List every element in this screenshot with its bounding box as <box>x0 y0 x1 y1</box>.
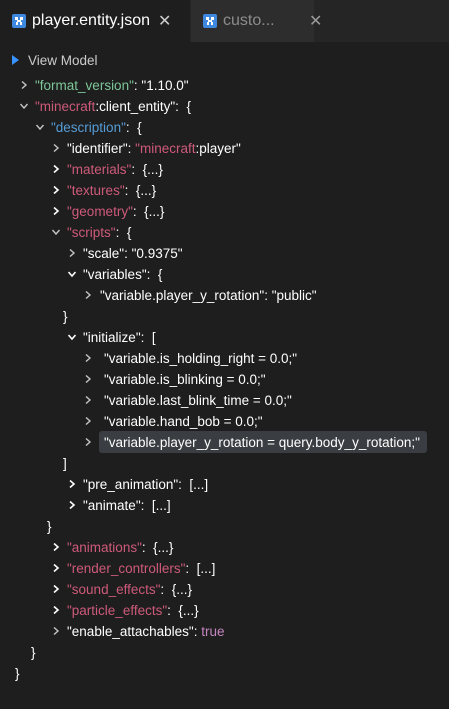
chevron-down-icon[interactable] <box>20 102 28 110</box>
key-enable-attachables: "enable_attachables" <box>67 624 194 639</box>
value-enable-attachables: true <box>201 624 225 639</box>
key-description: "description" <box>51 120 126 135</box>
value-identifier-ns: "minecraft <box>135 141 196 156</box>
key-pre-animation: "pre_animation" <box>83 477 179 492</box>
chevron-down-icon[interactable] <box>52 228 60 236</box>
chevron-right-icon[interactable] <box>52 207 60 215</box>
chevron-right-icon[interactable] <box>52 144 60 152</box>
chevron-right-icon[interactable] <box>68 480 76 488</box>
value-var-rotation: "public" <box>271 288 317 303</box>
close-icon[interactable]: ✕ <box>158 11 171 31</box>
tab-label: custo... <box>223 12 275 29</box>
chevron-right-icon[interactable] <box>84 291 92 299</box>
key-format-version: "format_version" <box>35 78 134 93</box>
minecraft-file-icon <box>203 14 217 28</box>
chevron-right-icon[interactable] <box>84 417 92 425</box>
key-scripts: "scripts" <box>67 225 116 240</box>
close-icon[interactable]: ✕ <box>309 11 322 31</box>
tab-player-entity-json[interactable]: player.entity.json ✕ <box>0 0 190 42</box>
chevron-down-icon[interactable] <box>36 123 44 131</box>
play-triangle-icon <box>12 55 19 65</box>
tab-bar: player.entity.json ✕ custo... ✕ <box>0 0 449 42</box>
chevron-right-icon[interactable] <box>52 543 60 551</box>
init-item-value: "variable.is_blinking = 0.0;" <box>104 372 266 387</box>
chevron-right-icon[interactable] <box>20 81 28 89</box>
chevron-right-icon[interactable] <box>84 396 92 404</box>
key-render-controllers: "render_controllers" <box>67 561 186 576</box>
chevron-right-icon[interactable] <box>52 165 60 173</box>
chevron-right-icon[interactable] <box>84 354 92 362</box>
key-animate: "animate" <box>83 498 141 513</box>
chevron-right-icon[interactable] <box>52 585 60 593</box>
key-animations: "animations" <box>67 540 142 555</box>
init-item-value: "variable.is_holding_right = 0.0;" <box>104 351 298 366</box>
tab-label: player.entity.json <box>32 12 150 29</box>
minecraft-file-icon <box>12 14 26 28</box>
chevron-right-icon[interactable] <box>84 375 92 383</box>
chevron-right-icon[interactable] <box>52 627 60 635</box>
key-materials: "materials" <box>67 162 132 177</box>
init-item-value: "variable.hand_bob = 0.0;" <box>104 414 263 429</box>
chevron-right-icon[interactable] <box>52 606 60 614</box>
chevron-down-icon[interactable] <box>68 333 76 341</box>
value-format-version: "1.10.0" <box>141 78 189 93</box>
chevron-right-icon[interactable] <box>68 249 76 257</box>
key-particle-effects: "particle_effects" <box>67 603 168 618</box>
chevron-right-icon[interactable] <box>68 501 76 509</box>
key-variables: "variables" <box>83 267 147 282</box>
tab-custom[interactable]: custo... ✕ <box>191 0 322 42</box>
key-var-rotation: "variable.player_y_rotation" <box>100 288 265 303</box>
chevron-down-icon[interactable] <box>68 270 76 278</box>
chevron-right-icon[interactable] <box>52 564 60 572</box>
value-identifier: :player" <box>195 141 241 156</box>
init-item-value: "variable.player_y_rotation = query.body… <box>104 435 420 450</box>
view-model-toggle[interactable]: View Model <box>12 51 98 69</box>
key-minecraft-ns: "minecraft <box>35 99 96 114</box>
key-identifier: "identifier" <box>67 141 128 156</box>
key-geometry: "geometry" <box>67 204 133 219</box>
init-item-value: "variable.last_blink_time = 0.0;" <box>104 393 292 408</box>
key-initialize: "initialize" <box>83 330 141 345</box>
key-scale: "scale" <box>83 246 125 261</box>
key-textures: "textures" <box>67 183 125 198</box>
view-model-label: View Model <box>28 52 98 68</box>
chevron-right-icon[interactable] <box>52 186 60 194</box>
value-scale: "0.9375" <box>131 246 183 261</box>
chevron-right-icon[interactable] <box>84 438 92 446</box>
key-client-entity: :client_entity" <box>95 99 176 114</box>
key-sound-effects: "sound_effects" <box>67 582 161 597</box>
